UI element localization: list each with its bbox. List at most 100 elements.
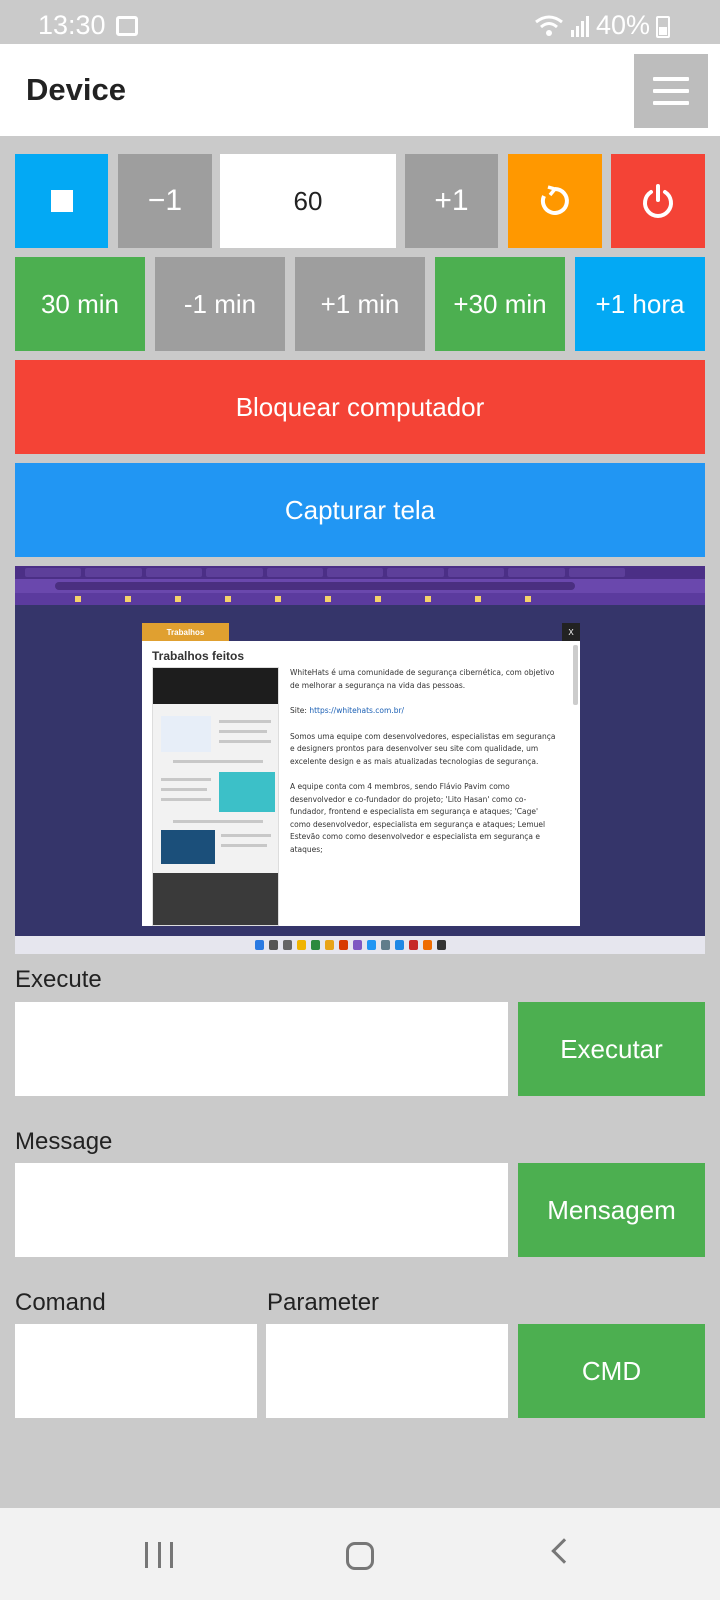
time-plus-1-min-button[interactable]: +1 min <box>295 257 425 351</box>
taskbar-icon <box>409 940 418 950</box>
bookmark-icon <box>375 596 381 602</box>
message-input[interactable] <box>15 1163 508 1257</box>
modal-scrollbar <box>573 645 578 705</box>
thumb-block <box>219 772 275 812</box>
thumb-line <box>161 778 211 781</box>
thumb-header <box>153 668 278 704</box>
taskbar-icon <box>423 940 432 950</box>
cmd-button[interactable]: CMD <box>518 1324 705 1418</box>
message-label: Message <box>15 1128 113 1155</box>
restart-button[interactable] <box>508 154 602 248</box>
browser-tab <box>145 568 203 577</box>
windows-taskbar <box>15 936 705 954</box>
browser-tab <box>387 568 444 577</box>
site-label: Site: <box>290 706 310 715</box>
decrement-button[interactable]: −1 <box>118 154 212 248</box>
battery-icon <box>656 16 670 38</box>
menu-icon-line <box>653 101 689 105</box>
signal-icon <box>570 15 589 37</box>
bookmark-icon <box>275 596 281 602</box>
taskbar-icon <box>325 940 334 950</box>
time-plus-30-min-button[interactable]: +30 min <box>435 257 565 351</box>
capture-screen-button[interactable]: Capturar tela <box>15 463 705 557</box>
back-icon[interactable] <box>551 1538 577 1564</box>
thumb-block <box>161 716 211 752</box>
thumb-line <box>219 730 267 733</box>
bookmark-icon <box>525 596 531 602</box>
browser-tab <box>25 568 82 577</box>
thumb-line <box>161 798 211 801</box>
screen-capture-image: Trabalhos X Trabalhos feitos WhiteHats é… <box>15 566 705 954</box>
thumb-footer <box>153 873 278 925</box>
browser-tab <box>508 568 565 577</box>
gallery-icon <box>116 16 138 36</box>
execute-input[interactable] <box>15 1002 508 1096</box>
thumb-block <box>161 830 215 864</box>
taskbar-icon <box>311 940 320 950</box>
recents-icon[interactable] <box>145 1542 173 1568</box>
description-paragraph: Somos uma equipe com desenvolvedores, es… <box>290 731 556 766</box>
hamburger-menu-button[interactable] <box>634 54 708 128</box>
execute-label: Execute <box>15 966 102 993</box>
parameter-label: Parameter <box>267 1289 380 1316</box>
status-right: 40% <box>534 10 650 41</box>
taskbar-icon <box>269 940 278 950</box>
bookmark-icon <box>125 596 131 602</box>
browser-tab <box>327 568 384 577</box>
browser-tabs <box>25 568 626 577</box>
menu-icon-line <box>653 89 689 93</box>
home-icon[interactable] <box>346 1542 374 1570</box>
battery-percent: 40% <box>595 10 650 40</box>
bookmark-icon <box>75 596 81 602</box>
taskbar-icon <box>367 940 376 950</box>
thumb-line <box>161 788 207 791</box>
taskbar-icon <box>381 940 390 950</box>
taskbar-icon <box>339 940 348 950</box>
bookmark-icon <box>325 596 331 602</box>
taskbar-icon <box>297 940 306 950</box>
address-field <box>55 582 575 590</box>
time-30-min-button[interactable]: 30 min <box>15 257 145 351</box>
website-thumbnail <box>152 667 279 926</box>
time-minus-1-min-button[interactable]: -1 min <box>155 257 285 351</box>
stop-icon <box>50 190 73 212</box>
power-button[interactable] <box>611 154 705 248</box>
browser-bookmarks-bar <box>15 593 705 605</box>
message-button[interactable]: Mensagem <box>518 1163 705 1257</box>
taskbar-icon <box>255 940 264 950</box>
browser-tab <box>85 568 142 577</box>
time-plus-1-hour-button[interactable]: +1 hora <box>575 257 705 351</box>
bookmark-icon <box>475 596 481 602</box>
taskbar-icon <box>353 940 362 950</box>
modal-close-icon: X <box>562 623 580 641</box>
stop-button[interactable] <box>15 154 108 248</box>
status-time: 13:30 <box>38 10 106 40</box>
modal-description: WhiteHats é uma comunidade de segurança … <box>290 667 560 869</box>
description-paragraph: WhiteHats é uma comunidade de segurança … <box>290 668 555 690</box>
command-label: Comand <box>15 1289 106 1316</box>
power-icon <box>643 184 673 218</box>
bookmark-icon <box>225 596 231 602</box>
site-line: Site: https://whitehats.com.br/ <box>290 705 560 718</box>
page-title: Device <box>26 72 126 107</box>
browser-tab-strip <box>15 566 705 579</box>
modal-title: Trabalhos feitos <box>152 649 245 663</box>
recents-line <box>170 1542 173 1568</box>
site-link: https://whitehats.com.br/ <box>309 706 405 715</box>
taskbar-icon <box>283 940 292 950</box>
lock-computer-button[interactable]: Bloquear computador <box>15 360 705 454</box>
taskbar-icon <box>437 940 446 950</box>
parameter-input[interactable] <box>266 1324 508 1418</box>
command-input[interactable] <box>15 1324 257 1418</box>
value-display[interactable]: 60 <box>220 154 396 248</box>
execute-button[interactable]: Executar <box>518 1002 705 1096</box>
description-paragraph: A equipe conta com 4 membros, sendo Fláv… <box>290 782 546 854</box>
bookmark-icon <box>175 596 181 602</box>
recents-line <box>145 1542 148 1568</box>
menu-icon <box>653 77 689 81</box>
thumb-line <box>221 844 267 847</box>
thumb-line <box>219 720 271 723</box>
browser-tab <box>206 568 263 577</box>
bookmark-icon <box>425 596 431 602</box>
increment-button[interactable]: +1 <box>405 154 498 248</box>
